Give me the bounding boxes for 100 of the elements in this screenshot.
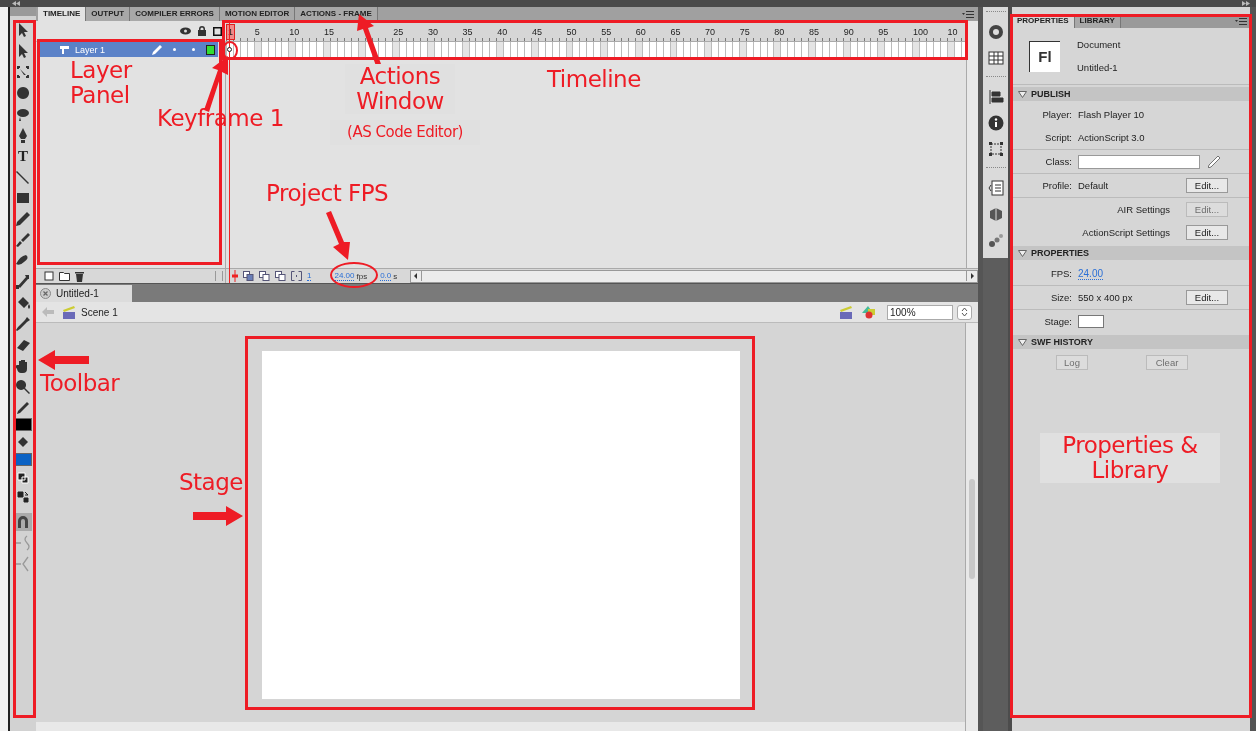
panel-tab[interactable]: MOTION EDITOR (219, 7, 296, 21)
frame-number: 15 (323, 26, 335, 39)
property-value: ActionScript 3.0 (1078, 132, 1145, 143)
edit-button[interactable]: Edit... (1186, 178, 1228, 193)
align-icon[interactable] (987, 89, 1004, 105)
frame-number: 90 (842, 26, 855, 39)
color-wheel-icon[interactable] (987, 24, 1004, 40)
outline-color-swatch[interactable] (206, 44, 215, 55)
frame-grid[interactable] (226, 42, 966, 58)
layer-row[interactable]: Layer 1 (40, 42, 218, 57)
panel-tab[interactable]: OUTPUT (86, 7, 131, 21)
edit-button[interactable]: Edit... (1186, 290, 1228, 305)
lock-dot[interactable] (192, 48, 195, 51)
frame-number: 95 (877, 26, 890, 39)
layer-icon (60, 45, 69, 54)
frame-number: 70 (704, 26, 717, 39)
scrollbar[interactable] (966, 21, 978, 268)
frame-number: 40 (496, 26, 509, 39)
stage-color-swatch[interactable] (1078, 315, 1104, 328)
class-input[interactable] (1078, 154, 1200, 169)
pencil-icon[interactable] (1208, 155, 1220, 168)
property-label: AIR Settings (1116, 204, 1170, 215)
property-value: 550 x 400 px (1078, 292, 1133, 303)
scene-name[interactable]: Scene 1 (81, 306, 118, 318)
frame-number: 85 (808, 26, 820, 39)
frame-number: 45 (530, 26, 543, 39)
clapperboard-icon[interactable] (839, 305, 853, 319)
panel-tab[interactable]: ACTIONS - FRAME (295, 7, 378, 21)
scrollbar[interactable] (410, 269, 978, 283)
outline-square-icon[interactable] (213, 26, 222, 36)
lock-icon[interactable] (198, 26, 206, 36)
info-icon[interactable] (987, 115, 1004, 131)
annotation-label: Timeline (547, 67, 642, 92)
onion-skin-icon[interactable] (275, 271, 286, 281)
property-label: FPS: (1049, 268, 1072, 279)
code-snippets-icon[interactable] (987, 180, 1004, 196)
scrollbar[interactable] (965, 323, 978, 731)
close-icon[interactable] (40, 288, 51, 299)
property-label: Size: (1049, 292, 1072, 303)
edit-markers-icon[interactable] (291, 271, 302, 281)
frame-rate-field[interactable]: 24.00 (334, 271, 355, 281)
stepper-button[interactable] (957, 304, 972, 320)
smooth-icon[interactable] (14, 534, 32, 552)
onion-skin-icon[interactable] (243, 271, 254, 281)
frame-number: 30 (426, 26, 439, 39)
disclosure-triangle-icon[interactable] (1018, 338, 1027, 346)
pencil-icon (152, 44, 162, 55)
layer-name: Layer 1 (75, 44, 107, 55)
section-header[interactable]: SWF HISTORY (1012, 335, 1250, 349)
elapsed-time-unit: s (393, 271, 398, 281)
center-frame-icon[interactable] (232, 270, 238, 282)
document-title: Untitled-1 (56, 288, 99, 299)
panel-menu-icon[interactable] (962, 10, 974, 18)
folder-icon[interactable] (59, 271, 70, 281)
eyedropper-icon[interactable] (14, 315, 32, 333)
transform-icon[interactable] (987, 141, 1004, 157)
stepper-arrows-icon (961, 307, 968, 317)
document-tab[interactable]: Untitled-1 (36, 285, 132, 302)
toolbar-grip[interactable] (10, 7, 36, 16)
components-icon[interactable] (987, 206, 1004, 222)
grid-icon[interactable] (987, 50, 1004, 66)
stroke-pencil-icon[interactable] (16, 401, 30, 415)
panel-menu-icon[interactable] (1235, 17, 1247, 25)
frame-number: 10 (946, 26, 959, 39)
property-value: Default (1078, 180, 1109, 191)
disclosure-triangle-icon[interactable] (1018, 90, 1027, 98)
visibility-dot[interactable] (173, 48, 176, 51)
bone-icon[interactable] (14, 273, 32, 291)
elapsed-time-field[interactable]: 0.0 (380, 271, 392, 281)
annotation-label: Stage (179, 470, 244, 495)
frame-number: 55 (600, 26, 613, 39)
panel-tab[interactable]: COMPILER ERRORS (130, 7, 220, 21)
document-name: Untitled-1 (1077, 62, 1119, 73)
section-header[interactable]: PROPERTIES (1012, 246, 1250, 260)
disclosure-triangle-icon[interactable] (1018, 249, 1027, 257)
shapes-icon[interactable] (861, 305, 877, 319)
zoom-icon[interactable] (14, 378, 32, 396)
pencil-icon[interactable] (14, 210, 32, 228)
panel-tab[interactable]: TIMELINE (38, 7, 87, 21)
frame-rate-unit: fps (356, 271, 368, 281)
current-frame-field[interactable]: 1 (307, 271, 312, 281)
annotation-arrow (357, 14, 381, 66)
brush-icon[interactable] (14, 231, 32, 249)
new-layer-icon[interactable] (44, 271, 54, 281)
onion-skin-icon[interactable] (259, 271, 270, 281)
edit-button[interactable]: Edit... (1186, 225, 1228, 240)
annotation-arrow (38, 350, 89, 370)
document-logo: Fl (1029, 40, 1060, 72)
swap-colors-icon[interactable] (16, 490, 30, 504)
motion-presets-icon[interactable] (987, 232, 1004, 248)
default-colors-icon[interactable] (16, 471, 30, 485)
transform-icon[interactable] (14, 63, 32, 81)
zoom-field[interactable]: 100% (887, 304, 953, 320)
section-header[interactable]: PUBLISH (1012, 87, 1250, 101)
trash-icon[interactable] (75, 270, 84, 282)
line-icon[interactable] (14, 168, 32, 186)
eye-icon[interactable] (180, 27, 191, 35)
text-tool[interactable]: T (18, 147, 28, 165)
scroll-right-icon[interactable] (966, 271, 977, 281)
property-label: Stage: (1043, 316, 1072, 327)
